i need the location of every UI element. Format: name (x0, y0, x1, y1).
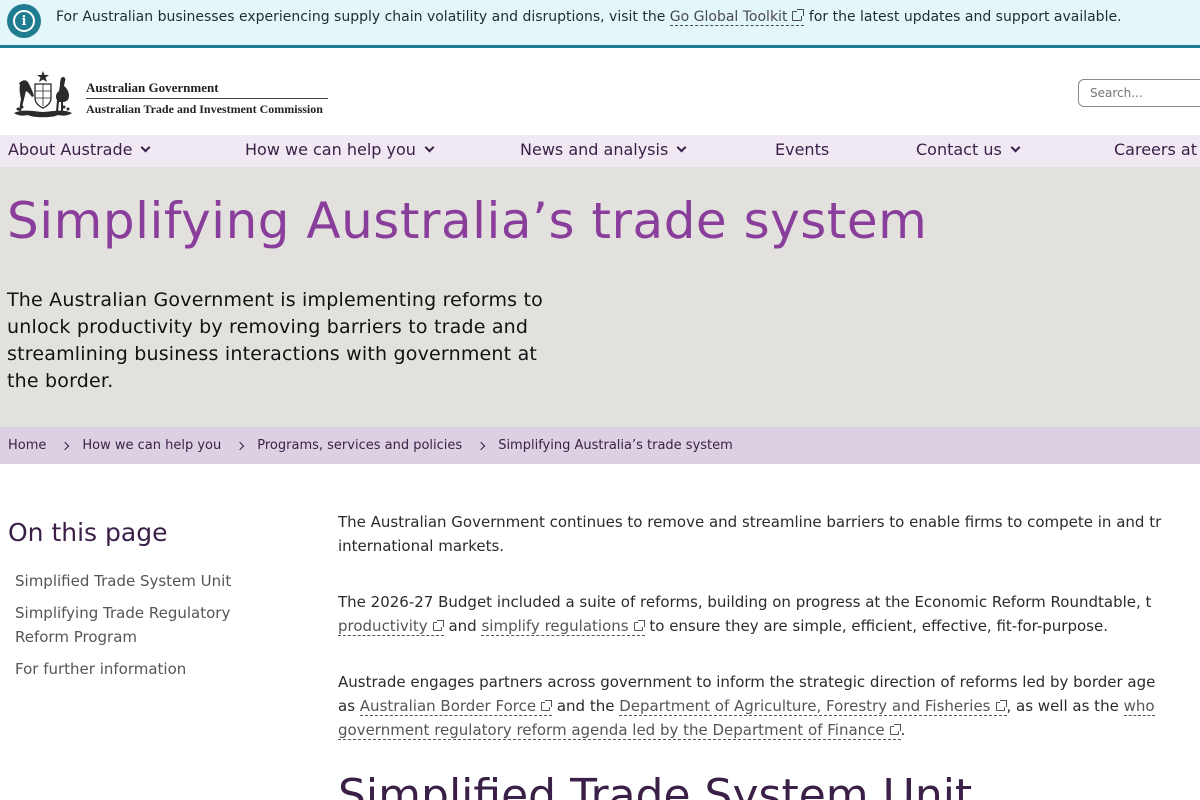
chevron-down-icon (141, 142, 151, 153)
nav-item-about-austrade[interactable]: About Austrade (8, 140, 151, 159)
nav-item-label: Careers at (1114, 140, 1197, 159)
daff-link-label: Department of Agriculture, Forestry and … (619, 697, 991, 715)
nav-item-label: Events (775, 140, 830, 159)
productivity-link-label: productivity (338, 617, 428, 635)
nav-item-label: News and analysis (520, 140, 669, 159)
alert-text-after: for the latest updates and support avail… (808, 9, 1122, 25)
wog-link-label-end: government regulatory reform agenda led … (338, 721, 885, 739)
nav-item-how-we-can-help[interactable]: How we can help you (245, 140, 435, 159)
otp-link-further-information[interactable]: For further information (15, 657, 265, 681)
nav-item-news-and-analysis[interactable]: News and analysis (520, 140, 687, 159)
breadcrumb-programs[interactable]: Programs, services and policies (257, 438, 462, 453)
p2-line1: The 2026-27 Budget included a suite of r… (338, 593, 1152, 611)
nav-item-label: How we can help you (245, 140, 416, 159)
paragraph-1: The Australian Government continues to r… (338, 510, 1200, 558)
paragraph-2: The 2026-27 Budget included a suite of r… (338, 590, 1200, 638)
simplify-regulations-link[interactable]: simplify regulations (481, 617, 645, 636)
nav-item-label: Contact us (916, 140, 1002, 159)
hero-banner: Simplifying Australia’s trade system The… (0, 167, 1200, 427)
nav-item-contact-us[interactable]: Contact us (916, 140, 1021, 159)
p3-as: as (338, 697, 356, 715)
page-title: Simplifying Australia’s trade system (7, 192, 928, 250)
p2-mid: and (448, 617, 477, 635)
go-global-toolkit-link[interactable]: Go Global Toolkit (669, 9, 805, 26)
alert-message: For Australian businesses experiencing s… (56, 9, 1122, 26)
breadcrumb-current: Simplifying Australia’s trade system (498, 438, 733, 453)
alert-text-before: For Australian businesses experiencing s… (56, 9, 666, 25)
go-global-toolkit-link-label: Go Global Toolkit (669, 9, 788, 25)
page-intro: The Australian Government is implementin… (7, 289, 543, 392)
p2-end: to ensure they are simple, efficient, ef… (649, 617, 1108, 635)
productivity-link[interactable]: productivity (338, 617, 444, 636)
breadcrumb: Home How we can help you Programs, servi… (0, 427, 1200, 464)
on-this-page-heading: On this page (8, 518, 168, 547)
p3-and: and the (556, 697, 615, 715)
p3-line1: Austrade engages partners across governm… (338, 673, 1156, 691)
whole-of-government-link-continued[interactable]: government regulatory reform agenda led … (338, 721, 901, 740)
search-input[interactable] (1078, 79, 1200, 107)
alert-banner: i For Australian businesses experiencing… (0, 0, 1200, 48)
p3-end: . (900, 721, 906, 739)
whole-of-government-link[interactable]: who (1123, 697, 1155, 716)
coat-of-arms-logo[interactable] (8, 69, 78, 119)
on-this-page-list: Simplified Trade System Unit Simplifying… (15, 569, 265, 689)
external-link-icon (432, 620, 444, 631)
info-icon: i (7, 4, 41, 38)
agency-name: Australian Trade and Investment Commissi… (86, 102, 323, 116)
abf-link-label: Australian Border Force (359, 697, 537, 715)
nav-item-events[interactable]: Events (775, 140, 829, 159)
government-name: Australian Government (86, 80, 219, 95)
paragraph-3: Austrade engages partners across governm… (338, 670, 1200, 742)
breadcrumb-how-we-can-help[interactable]: How we can help you (82, 438, 221, 453)
wog-link-label-start: who (1123, 697, 1155, 715)
section-heading-simplified-trade-system-unit: Simplified Trade System Unit (338, 770, 973, 800)
external-link-icon (792, 9, 805, 21)
simplify-regulations-link-label: simplify regulations (481, 617, 629, 635)
p1-line2: international markets. (338, 537, 505, 555)
otp-link-simplified-trade-system-unit[interactable]: Simplified Trade System Unit (15, 569, 265, 593)
external-link-icon (889, 724, 901, 735)
chevron-down-icon (676, 142, 687, 153)
logo-divider (86, 98, 328, 99)
australian-border-force-link[interactable]: Australian Border Force (359, 697, 553, 716)
site-header: Australian Government Australian Trade a… (0, 51, 1200, 135)
chevron-right-icon (476, 441, 486, 450)
external-link-icon (541, 700, 553, 711)
external-link-icon (995, 700, 1007, 711)
chevron-down-icon (1010, 142, 1021, 153)
chevron-down-icon (424, 142, 435, 153)
chevron-right-icon (61, 441, 70, 450)
breadcrumb-home[interactable]: Home (8, 438, 46, 453)
nav-item-label: About Austrade (8, 140, 133, 159)
otp-link-reform-program[interactable]: Simplifying Trade Regulatory Reform Prog… (15, 601, 265, 649)
nav-item-careers[interactable]: Careers at (1114, 140, 1197, 159)
p3-as-well: , as well as the (1006, 697, 1119, 715)
external-link-icon (633, 620, 645, 631)
main-nav: About Austrade How we can help you News … (0, 135, 1200, 167)
daff-link[interactable]: Department of Agriculture, Forestry and … (619, 697, 1007, 716)
main-content: The Australian Government continues to r… (338, 510, 1200, 774)
chevron-right-icon (236, 441, 245, 450)
p1-line1: The Australian Government continues to r… (338, 513, 1162, 531)
